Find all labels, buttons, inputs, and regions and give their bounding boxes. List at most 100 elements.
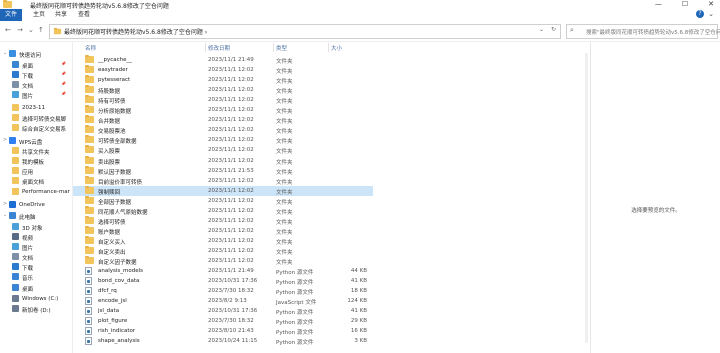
sidebar-item-20[interactable]: 下载 xyxy=(0,262,72,272)
sidebar-item-6[interactable]: 选择可转债交易脚 xyxy=(0,113,72,123)
sidebar-item-label: 综合自定义交易系 xyxy=(22,126,67,133)
column-name[interactable]: 名称 xyxy=(85,44,96,52)
sidebar-item-7[interactable]: 综合自定义交易系 xyxy=(0,123,72,133)
tab-home[interactable]: 主页 xyxy=(33,9,45,21)
sidebar-item-1[interactable]: 桌面 📌 xyxy=(0,60,72,70)
file-row[interactable]: rish_indicator 2023/8/10 21:43 Python 源文件 1… xyxy=(73,326,373,336)
folder-icon xyxy=(53,27,62,35)
minimize-button[interactable]: — xyxy=(655,0,662,8)
navigation-pane: ⌄ 快速访问 桌面 📌 下载 📌 文档 📌 图片 📌 2023-11 选择可转债交易脚综合自定义交易系… xyxy=(0,42,73,353)
file-name: 合并数据 xyxy=(98,119,121,126)
recent-locations-button[interactable]: ⌄ xyxy=(28,26,34,34)
file-row[interactable]: bond_cov_data 2023/10/31 17:36 Python 源文件 4… xyxy=(73,276,373,286)
sidebar-item-14[interactable]: > OneDrive xyxy=(0,200,72,210)
sidebar-item-5[interactable]: 2023-11 xyxy=(0,103,72,113)
sidebar-item-23[interactable]: Windows (C:) xyxy=(0,294,72,304)
sidebar-item-2[interactable]: 下载 📌 xyxy=(0,70,72,80)
ribbon-expand-icon[interactable]: ⌄ xyxy=(708,10,714,18)
file-name: shape_analysis xyxy=(98,338,140,345)
file-name: plot_figure xyxy=(98,318,128,325)
file-list: 名称 ^ 修改日期 类型 大小 __pycache__ 2023/11/1 21:… xyxy=(73,42,589,353)
file-row[interactable]: 账户数据 2023/11/1 12:02 文件夹 xyxy=(73,225,373,236)
file-row[interactable]: 自定义因子数据 2023/11/1 12:02 文件夹 xyxy=(73,256,373,266)
file-row[interactable]: analysis_models 2023/11/1 21:49 Python 源文件… xyxy=(73,266,373,276)
file-size: 29 KB xyxy=(350,318,367,325)
sidebar-item-16[interactable]: 3D 对象 xyxy=(0,222,72,232)
tab-view[interactable]: 查看 xyxy=(78,9,90,21)
tab-file[interactable]: 文件 xyxy=(0,9,22,21)
file-row[interactable]: 同花顺人气原始数据 2023/11/1 12:02 文件夹 xyxy=(73,205,373,216)
file-size: 16 KB xyxy=(350,328,367,335)
chevron-right-icon[interactable]: > xyxy=(3,137,7,143)
ribbon: 文件 主页 共享 查看 ⌄ ? xyxy=(0,9,720,21)
back-button[interactable]: ← xyxy=(5,26,11,34)
column-date[interactable]: 修改日期 xyxy=(208,44,230,52)
close-button[interactable]: ✕ xyxy=(708,0,714,8)
forward-button[interactable]: → xyxy=(17,26,23,34)
file-row[interactable]: 目前溢价率可转债 2023/11/1 12:02 文件夹 xyxy=(73,175,373,186)
file-row[interactable]: easytrader 2023/11/1 12:02 文件夹 xyxy=(73,65,373,75)
file-row[interactable]: jsl_data 2023/10/31 17:36 Python 源文件 41 KB xyxy=(73,306,373,316)
file-size: 3 KB xyxy=(354,338,367,345)
file-type: Python 源文件 xyxy=(276,330,314,337)
sidebar-item-15[interactable]: ⌄ 此电脑 xyxy=(0,211,72,221)
file-row[interactable]: __pycache__ 2023/11/1 21:49 文件夹 xyxy=(73,55,373,65)
sidebar-item-21[interactable]: 音乐 xyxy=(0,272,72,282)
file-row[interactable]: 默认因子数据 2023/11/1 21:53 文件夹 xyxy=(73,165,373,176)
search-input[interactable]: ⌕ 搜索"最终版同花顺可转债趋势轮动v5.6.8修改了空仓问题" xyxy=(566,24,720,39)
file-row[interactable]: 合并数据 2023/11/1 12:02 文件夹 xyxy=(73,115,373,125)
sidebar-item-label: OneDrive xyxy=(19,201,45,208)
refresh-icon[interactable]: ↻ xyxy=(551,26,556,33)
sidebar-item-10[interactable]: 我的模板 xyxy=(0,156,72,166)
sidebar-item-12[interactable]: 桌面文档 xyxy=(0,176,72,186)
sidebar-item-11[interactable]: 应用 xyxy=(0,166,72,176)
file-row[interactable]: 全部因子数据 2023/11/1 12:02 文件夹 xyxy=(73,195,373,206)
file-row[interactable]: 买入股票 2023/11/1 12:02 文件夹 xyxy=(73,145,373,155)
help-icon[interactable]: ? xyxy=(696,10,704,18)
file-row[interactable]: 强制赎回 2023/11/1 12:02 文件夹 xyxy=(73,185,373,196)
file-row[interactable]: 持有可转债 2023/11/1 12:02 文件夹 xyxy=(73,95,373,105)
sidebar-item-3[interactable]: 文档 📌 xyxy=(0,80,72,90)
file-row[interactable]: 卖出股票 2023/11/1 12:02 文件夹 xyxy=(73,155,373,166)
sidebar-item-17[interactable]: 视频 xyxy=(0,232,72,242)
file-row[interactable]: 选择可转债 2023/11/1 12:02 文件夹 xyxy=(73,215,373,226)
vertical-scrollbar[interactable] xyxy=(585,53,588,343)
sidebar-item-13[interactable]: Performance-mar xyxy=(0,187,72,197)
file-row[interactable]: shape_analysis 2023/10/24 11:15 Python 源文件… xyxy=(73,336,373,346)
file-row[interactable]: 持股数据 2023/11/1 12:02 文件夹 xyxy=(73,85,373,95)
cloud-icon xyxy=(9,201,16,208)
file-name: analysis_models xyxy=(98,268,144,275)
up-button[interactable]: ↑ xyxy=(38,26,44,34)
column-size[interactable]: 大小 xyxy=(331,44,342,52)
sidebar-item-8[interactable]: > WPS云盘 xyxy=(0,136,72,146)
file-row[interactable]: encode_jsl 2023/8/2 9:13 JavaScript 文件 124 … xyxy=(73,296,373,306)
file-row[interactable]: 自定义买入 2023/11/1 12:02 文件夹 xyxy=(73,235,373,246)
maximize-button[interactable]: ☐ xyxy=(682,0,688,8)
file-row[interactable]: plot_figure 2023/7/30 18:32 Python 源文件 29 K… xyxy=(73,316,373,326)
file-row[interactable]: pytesseract 2023/11/1 12:02 文件夹 xyxy=(73,75,373,85)
sidebar-item-label: 文档 xyxy=(22,83,34,90)
chevron-down-icon[interactable]: ⌄ xyxy=(3,50,7,56)
sidebar-item-4[interactable]: 图片 📌 xyxy=(0,90,72,100)
sidebar-item-24[interactable]: 新加卷 (D:) xyxy=(0,304,72,314)
file-name: bond_cov_data xyxy=(98,278,140,285)
file-row[interactable]: 分析原始数据 2023/11/1 12:02 文件夹 xyxy=(73,105,373,115)
column-type[interactable]: 类型 xyxy=(276,44,287,52)
tab-share[interactable]: 共享 xyxy=(55,9,67,21)
file-row[interactable]: 交易股票池 2023/11/1 12:02 文件夹 xyxy=(73,125,373,135)
chevron-right-icon[interactable]: > xyxy=(3,201,7,207)
sidebar-item-22[interactable]: 桌面 xyxy=(0,283,72,293)
sidebar-item-label: 快速访问 xyxy=(19,52,42,59)
sidebar-item-0[interactable]: ⌄ 快速访问 xyxy=(0,49,72,59)
sidebar-item-9[interactable]: 共享文件夹 xyxy=(0,146,72,156)
file-row[interactable]: dfcf_rq 2023/7/30 18:32 Python 源文件 18 KB xyxy=(73,286,373,296)
address-bar[interactable]: 最终版同花顺可转债趋势轮动v5.6.8修改了空仓问题 › ⌄ ↻ xyxy=(49,24,561,39)
breadcrumb[interactable]: 最终版同花顺可转债趋势轮动v5.6.8修改了空仓问题 › xyxy=(64,27,207,36)
sidebar-item-19[interactable]: 文档 xyxy=(0,252,72,262)
file-row[interactable]: 可转债全部数据 2023/11/1 12:02 文件夹 xyxy=(73,135,373,145)
file-row[interactable]: 自定义卖出 2023/11/1 12:02 文件夹 xyxy=(73,245,373,256)
chevron-down-icon[interactable]: ⌄ xyxy=(3,212,7,218)
sidebar-item-18[interactable]: 图片 xyxy=(0,242,72,252)
sidebar-item-label: 共享文件夹 xyxy=(22,149,50,156)
address-dropdown-icon[interactable]: ⌄ xyxy=(539,26,544,33)
